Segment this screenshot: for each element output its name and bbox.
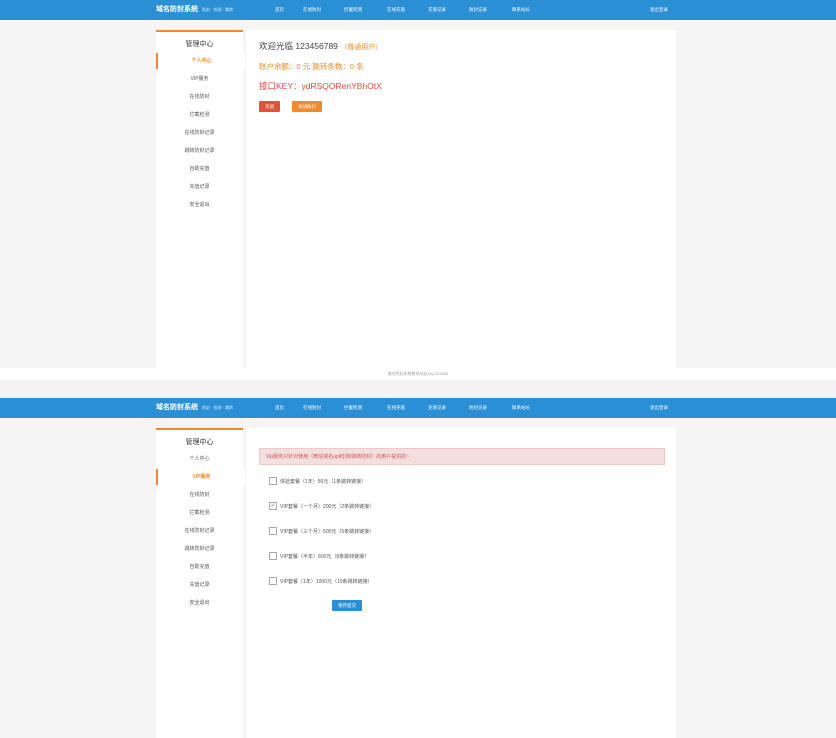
api-key: 接口KEY：ydRSQORenYBhOtX — [259, 81, 382, 91]
screen-personal-center: 域名防封系统 防封 · 检测 · 跳转 首页 在线防封 拦截检测 在线充值 充值记… — [0, 0, 836, 380]
vip-option-quarterly[interactable]: VIP套餐（三个月）500元（5条跳转链接） — [269, 526, 375, 537]
save-submit-button[interactable]: 保存提交 — [332, 600, 362, 611]
add-protect-button[interactable]: 添加防封 — [292, 101, 322, 112]
sidebar-item-self-recharge[interactable]: 自助充值 — [156, 559, 243, 575]
welcome-text: 欢迎光临 123456789 （普通用户） — [259, 40, 382, 52]
sidebar-item-jump-records[interactable]: 跳转防封记录 — [156, 541, 243, 557]
option-label: VIP套餐（三个月）500元（5条跳转链接） — [280, 529, 375, 535]
sidebar-title: 管理中心 — [185, 439, 214, 446]
logout-link[interactable]: 退出登录 — [650, 0, 668, 20]
footer: 域名防封系统联系站长QQ:123456 — [0, 368, 836, 380]
sidebar-item-self-recharge[interactable]: 自助充值 — [156, 161, 243, 177]
vip-notice: Vip服务只针对使用（微信域名api检测/跳转防封）的用户提供的~ — [259, 448, 665, 465]
account-balance: 账户余额：0 元 跳转条数：0 条 — [259, 62, 364, 71]
sidebar: 管理中心 个人中心 VIP服务 在线防封 拦截检测 在线防封记录 跳转防封记录 … — [156, 428, 245, 738]
brand-subtitle: 防封 · 检测 · 跳转 — [202, 7, 234, 12]
logout-link[interactable]: 退出登录 — [650, 398, 668, 418]
sidebar-item-personal-center[interactable]: 个人中心 — [156, 451, 243, 467]
nav-protect-records[interactable]: 防封记录 — [469, 0, 487, 20]
brand[interactable]: 域名防封系统 防封 · 检测 · 跳转 — [156, 0, 233, 20]
sidebar-item-logout[interactable]: 安全退出 — [156, 197, 243, 213]
nav-recharge-records[interactable]: 充值记录 — [428, 398, 446, 418]
nav-protect-records[interactable]: 防封记录 — [469, 398, 487, 418]
option-label: VIP套餐（半年）800元（8条跳转链接） — [280, 554, 370, 560]
nav-online-protect[interactable]: 在线防封 — [303, 398, 321, 418]
sidebar-item-recharge-records[interactable]: 充值记录 — [156, 577, 243, 593]
sidebar-item-protect-records[interactable]: 在线防封记录 — [156, 523, 243, 539]
brand-subtitle: 防封 · 检测 · 跳转 — [202, 405, 234, 410]
sidebar-title: 管理中心 — [185, 41, 214, 48]
sidebar-item-recharge-records[interactable]: 充值记录 — [156, 179, 243, 195]
vip-option-trial[interactable]: 体验套餐（1天）50元（1条跳转链接） — [269, 476, 367, 487]
sidebar-item-vip[interactable]: VIP服务 — [156, 71, 243, 87]
checkbox[interactable] — [269, 526, 277, 535]
brand-title: 域名防封系统 — [156, 6, 198, 13]
nav-recharge-records[interactable]: 充值记录 — [428, 0, 446, 20]
sidebar: 管理中心 个人中心 VIP服务 在线防封 拦截检测 在线防封记录 跳转防封记录 … — [156, 30, 245, 370]
sidebar-item-vip[interactable]: VIP服务 — [156, 469, 245, 485]
sidebar-item-intercept-check[interactable]: 拦截检测 — [156, 505, 243, 521]
nav-home[interactable]: 首页 — [275, 398, 284, 418]
vip-option-half-year[interactable]: VIP套餐（半年）800元（8条跳转链接） — [269, 551, 370, 562]
sidebar-item-logout[interactable]: 安全退出 — [156, 595, 243, 611]
screen-vip-service: 域名防封系统 防封 · 检测 · 跳转 首页 在线防封 拦截检测 在线充值 充值记… — [0, 398, 836, 738]
nav-intercept-check[interactable]: 拦截检测 — [344, 0, 362, 20]
nav-contact[interactable]: 联系站长 — [512, 0, 530, 20]
checkbox[interactable] — [269, 551, 277, 560]
top-navbar: 域名防封系统 防封 · 检测 · 跳转 首页 在线防封 拦截检测 在线充值 充值记… — [0, 0, 836, 20]
checkbox-checked[interactable]: ✓ — [269, 501, 277, 510]
sidebar-item-protect-records[interactable]: 在线防封记录 — [156, 125, 243, 141]
nav-contact[interactable]: 联系站长 — [512, 398, 530, 418]
top-navbar: 域名防封系统 防封 · 检测 · 跳转 首页 在线防封 拦截检测 在线充值 充值记… — [0, 398, 836, 418]
nav-online-protect[interactable]: 在线防封 — [303, 0, 321, 20]
sidebar-item-online-protect[interactable]: 在线防封 — [156, 89, 243, 105]
profile-panel: 欢迎光临 123456789 （普通用户） 账户余额：0 元 跳转条数：0 条 … — [246, 30, 676, 368]
vip-panel: Vip服务只针对使用（微信域名api检测/跳转防封）的用户提供的~ 体验套餐（1… — [246, 428, 676, 738]
sidebar-item-intercept-check[interactable]: 拦截检测 — [156, 107, 243, 123]
brand-title: 域名防封系统 — [156, 404, 198, 411]
sidebar-item-online-protect[interactable]: 在线防封 — [156, 487, 243, 503]
user-type-badge: （普通用户） — [340, 44, 383, 51]
option-label: VIP套餐（一个月）200元（2条跳转链接） — [280, 504, 375, 510]
recharge-button[interactable]: 充值 — [259, 101, 280, 112]
nav-online-recharge[interactable]: 在线充值 — [387, 0, 405, 20]
welcome-user: 欢迎光临 123456789 — [259, 41, 338, 51]
brand[interactable]: 域名防封系统 防封 · 检测 · 跳转 — [156, 398, 233, 418]
nav-online-recharge[interactable]: 在线充值 — [387, 398, 405, 418]
sidebar-item-personal-center[interactable]: 个人中心 — [156, 53, 245, 69]
option-label: 体验套餐（1天）50元（1条跳转链接） — [280, 479, 367, 485]
checkbox[interactable] — [269, 476, 277, 485]
sidebar-item-jump-records[interactable]: 跳转防封记录 — [156, 143, 243, 159]
nav-intercept-check[interactable]: 拦截检测 — [344, 398, 362, 418]
vip-option-monthly[interactable]: ✓ VIP套餐（一个月）200元（2条跳转链接） — [269, 501, 375, 512]
vip-option-yearly[interactable]: VIP套餐（1年）1000元（10条跳转链接） — [269, 576, 373, 587]
checkbox[interactable] — [269, 576, 277, 585]
nav-home[interactable]: 首页 — [275, 0, 284, 20]
option-label: VIP套餐（1年）1000元（10条跳转链接） — [280, 579, 373, 585]
